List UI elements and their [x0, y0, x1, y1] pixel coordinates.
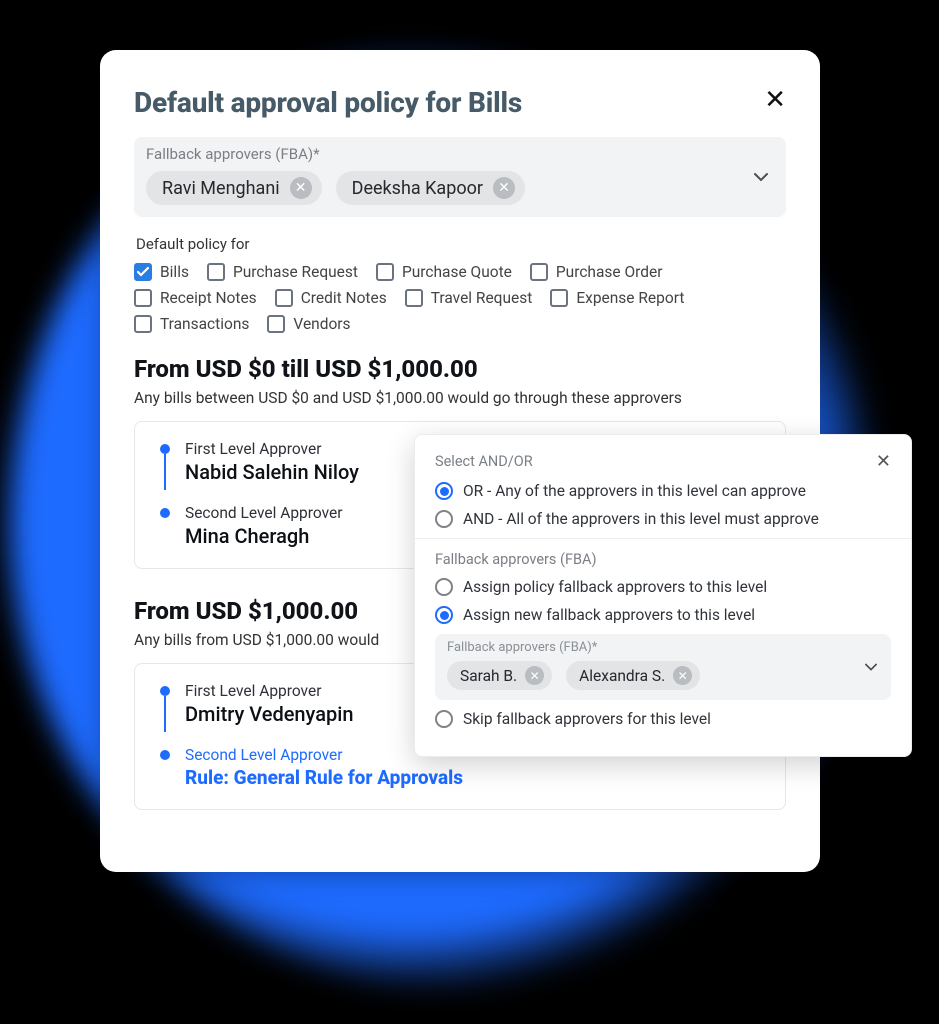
level-rule-name: Rule: General Rule for Approvals	[185, 766, 463, 789]
radio-option[interactable]: AND - All of the approvers in this level…	[435, 510, 891, 528]
checkbox-label: Purchase Quote	[402, 263, 512, 281]
policy-checkbox-item[interactable]: Purchase Request	[207, 263, 358, 281]
chip-label: Ravi Menghani	[162, 178, 280, 199]
policy-checkbox-item[interactable]: Purchase Order	[530, 263, 663, 281]
range-title: From USD $0 till USD $1,000.00	[134, 355, 786, 383]
radio-icon[interactable]	[435, 710, 453, 728]
level-dot-icon	[160, 686, 170, 696]
chip-label: Sarah B.	[460, 667, 517, 685]
close-icon[interactable]: ✕	[764, 86, 786, 112]
level-connector	[164, 454, 166, 490]
popover-title: Select AND/OR	[435, 453, 533, 470]
default-policy-label: Default policy for	[136, 235, 786, 253]
radio-icon[interactable]	[435, 606, 453, 624]
checkbox-icon[interactable]	[530, 263, 548, 281]
fba-field-label: Fallback approvers (FBA)*	[447, 640, 879, 655]
radio-label: OR - Any of the approvers in this level …	[463, 482, 806, 500]
approver-chip: Sarah B. ✕	[447, 661, 552, 690]
checkbox-label: Travel Request	[431, 289, 533, 307]
checkbox-label: Purchase Request	[233, 263, 358, 281]
policy-checkbox-item[interactable]: Bills	[134, 263, 189, 281]
policy-checkbox-item[interactable]: Travel Request	[405, 289, 533, 307]
checkbox-label: Receipt Notes	[160, 289, 257, 307]
radio-label: Skip fallback approvers for this level	[463, 710, 711, 728]
approver-chip: Alexandra S. ✕	[566, 661, 700, 690]
fba-field-label: Fallback approvers (FBA)*	[146, 145, 774, 163]
chevron-down-icon[interactable]	[754, 172, 768, 182]
remove-chip-icon[interactable]: ✕	[525, 666, 544, 685]
radio-label: Assign policy fallback approvers to this…	[463, 578, 767, 596]
fallback-approvers-field[interactable]: Fallback approvers (FBA)* Ravi Menghani …	[134, 137, 786, 217]
radio-label: Assign new fallback approvers to this le…	[463, 606, 755, 624]
approver-chip: Deeksha Kapoor ✕	[336, 171, 525, 205]
range-subtitle: Any bills between USD $0 and USD $1,000.…	[134, 389, 786, 407]
chip-label: Deeksha Kapoor	[352, 178, 483, 199]
divider	[415, 538, 911, 539]
popover-fba-chip-field[interactable]: Fallback approvers (FBA)* Sarah B. ✕ Ale…	[435, 634, 891, 700]
level-label: Second Level Approver	[185, 504, 342, 522]
checkbox-label: Purchase Order	[556, 263, 663, 281]
checkbox-icon[interactable]	[550, 289, 568, 307]
level-approver-name: Mina Cheragh	[185, 524, 342, 548]
checkbox-icon[interactable]	[405, 289, 423, 307]
remove-chip-icon[interactable]: ✕	[290, 177, 312, 199]
radio-icon[interactable]	[435, 578, 453, 596]
radio-option[interactable]: Assign new fallback approvers to this le…	[435, 606, 891, 624]
checkbox-icon[interactable]	[207, 263, 225, 281]
checkbox-label: Vendors	[293, 315, 350, 333]
chevron-down-icon[interactable]	[865, 663, 877, 672]
checkbox-label: Expense Report	[576, 289, 684, 307]
approver-chip: Ravi Menghani ✕	[146, 171, 322, 205]
checkbox-label: Credit Notes	[301, 289, 387, 307]
radio-option[interactable]: Assign policy fallback approvers to this…	[435, 578, 891, 596]
close-icon[interactable]: ✕	[876, 451, 891, 472]
level-approver-name: Nabid Salehin Niloy	[185, 460, 359, 484]
checkbox-icon[interactable]	[134, 315, 152, 333]
level-dot-icon	[160, 444, 170, 454]
modal-title: Default approval policy for Bills	[134, 86, 522, 119]
level-dot-icon	[160, 750, 170, 760]
checkbox-label: Transactions	[160, 315, 249, 333]
policy-checkbox-item[interactable]: Credit Notes	[275, 289, 387, 307]
radio-icon[interactable]	[435, 482, 453, 500]
radio-option[interactable]: OR - Any of the approvers in this level …	[435, 482, 891, 500]
and-or-popover: Select AND/OR ✕ OR - Any of the approver…	[414, 434, 912, 757]
radio-icon[interactable]	[435, 510, 453, 528]
remove-chip-icon[interactable]: ✕	[673, 666, 692, 685]
checkbox-icon[interactable]	[376, 263, 394, 281]
checkbox-icon[interactable]	[267, 315, 285, 333]
remove-chip-icon[interactable]: ✕	[493, 177, 515, 199]
fba-section-label: Fallback approvers (FBA)	[435, 551, 891, 568]
level-dot-icon	[160, 508, 170, 518]
level-connector	[164, 696, 166, 732]
checkbox-icon[interactable]	[275, 289, 293, 307]
policy-checkbox-item[interactable]: Transactions	[134, 315, 249, 333]
policy-checkbox-item[interactable]: Purchase Quote	[376, 263, 512, 281]
checkbox-label: Bills	[160, 263, 189, 281]
checkbox-icon[interactable]	[134, 263, 152, 281]
level-label: First Level Approver	[185, 682, 353, 700]
policy-checkbox-item[interactable]: Expense Report	[550, 289, 684, 307]
level-label: First Level Approver	[185, 440, 359, 458]
level-approver-name: Dmitry Vedenyapin	[185, 702, 353, 726]
radio-label: AND - All of the approvers in this level…	[463, 510, 819, 528]
policy-checkbox-item[interactable]: Vendors	[267, 315, 350, 333]
skip-fba-option[interactable]: Skip fallback approvers for this level	[435, 710, 891, 728]
chip-label: Alexandra S.	[579, 667, 665, 685]
policy-checkbox-item[interactable]: Receipt Notes	[134, 289, 257, 307]
checkbox-icon[interactable]	[134, 289, 152, 307]
